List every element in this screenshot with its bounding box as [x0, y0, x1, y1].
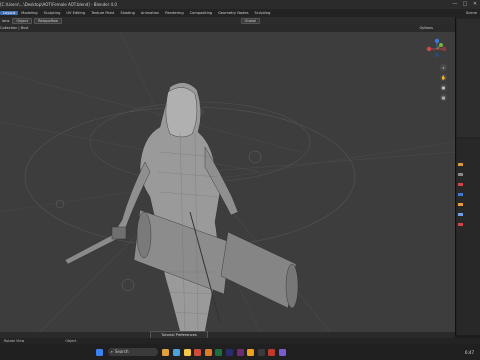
taskbar-clock[interactable]: 6:47	[465, 350, 474, 355]
outliner[interactable]	[457, 19, 480, 137]
material-properties-icon[interactable]	[458, 223, 463, 226]
viewport-subheader: Collection | Bust Options	[0, 25, 455, 32]
viewport-scene	[0, 32, 455, 332]
search-label: Search	[114, 349, 129, 354]
properties-editor[interactable]	[457, 139, 480, 335]
start-windows-icon[interactable]	[95, 348, 103, 356]
zoom-icon[interactable]: ⌕	[440, 64, 447, 71]
tab-shading[interactable]: Shading	[117, 11, 138, 15]
tab-layout[interactable]: Layout	[0, 11, 19, 15]
3d-viewport[interactable]: ⌕ ✋ ▣ ▦	[0, 32, 455, 332]
tab-rendering[interactable]: Rendering	[162, 11, 186, 15]
retopoflow-button[interactable]: Retopoflow	[34, 18, 63, 24]
scene-properties-icon[interactable]	[458, 183, 463, 186]
app-icon-green[interactable]	[215, 348, 223, 356]
app-icon-ps[interactable]	[225, 348, 233, 356]
options-button[interactable]: Options	[419, 25, 433, 32]
modifier-properties-icon[interactable]	[458, 213, 463, 216]
workspace-tabs: Layout Modeling Sculpting UV Editing Tex…	[0, 9, 480, 17]
tab-compositing[interactable]: Compositing	[187, 11, 216, 15]
minimize-button[interactable]: —	[450, 0, 460, 9]
scene-selector[interactable]: Scene	[463, 11, 480, 15]
search-icon: ⌕	[110, 349, 113, 354]
properties-panel	[455, 17, 480, 335]
tab-animation[interactable]: Animation	[138, 11, 162, 15]
window-controls: — □ ✕	[450, 0, 480, 9]
maximize-button[interactable]: □	[460, 0, 470, 9]
tab-texture-paint[interactable]: Texture Paint	[88, 11, 117, 15]
browser-icon[interactable]	[194, 348, 202, 356]
world-properties-icon[interactable]	[458, 193, 463, 196]
app-icon-purple[interactable]	[278, 348, 286, 356]
window-titlebar: [C:\Users\...\Desktop\AOT\Female AOT.ble…	[0, 0, 480, 9]
tab-uv-editing[interactable]: UV Editing	[63, 11, 88, 15]
tab-scripting[interactable]: Scripting	[251, 11, 273, 15]
tab-geometry-nodes[interactable]: Geometry Nodes	[215, 11, 251, 15]
render-properties-icon[interactable]	[458, 163, 463, 166]
pan-hand-icon[interactable]: ✋	[440, 74, 447, 81]
transform-orientation-dropdown[interactable]: Global	[240, 18, 260, 24]
app-icon-ae[interactable]	[236, 348, 244, 356]
app-icon-red[interactable]	[268, 348, 276, 356]
collection-breadcrumb: Collection | Bust	[0, 26, 29, 30]
widgets-icon[interactable]	[162, 348, 170, 356]
window-title: [C:\Users\...\Desktop\AOT\Female AOT.ble…	[0, 2, 117, 7]
tab-sculpting[interactable]: Sculpting	[41, 11, 64, 15]
close-button[interactable]: ✕	[470, 0, 480, 9]
view-menu[interactable]: ions	[0, 19, 11, 23]
character-mesh	[64, 82, 299, 332]
blender-icon[interactable]	[204, 348, 212, 356]
object-properties-icon[interactable]	[458, 203, 463, 206]
taskbar-search[interactable]: ⌕ Search	[107, 348, 158, 356]
viewport-header: ions Object Retopoflow Global	[0, 17, 455, 25]
app-icon-ai[interactable]	[247, 348, 255, 356]
output-properties-icon[interactable]	[458, 173, 463, 176]
tab-modeling[interactable]: Modeling	[18, 11, 40, 15]
object-mode-dropdown[interactable]: Object	[12, 18, 33, 24]
status-object: Object	[65, 339, 77, 343]
grid-view-icon[interactable]: ▦	[440, 94, 447, 101]
app-icon-dark[interactable]	[257, 348, 265, 356]
navigation-gizmo	[426, 38, 447, 57]
status-hint: Rotate View	[4, 339, 25, 343]
file-explorer-icon[interactable]	[172, 348, 180, 356]
windows-taskbar: ⌕ Search 6:47	[0, 344, 480, 360]
camera-icon[interactable]: ▣	[440, 84, 447, 91]
folder-icon[interactable]	[183, 348, 191, 356]
